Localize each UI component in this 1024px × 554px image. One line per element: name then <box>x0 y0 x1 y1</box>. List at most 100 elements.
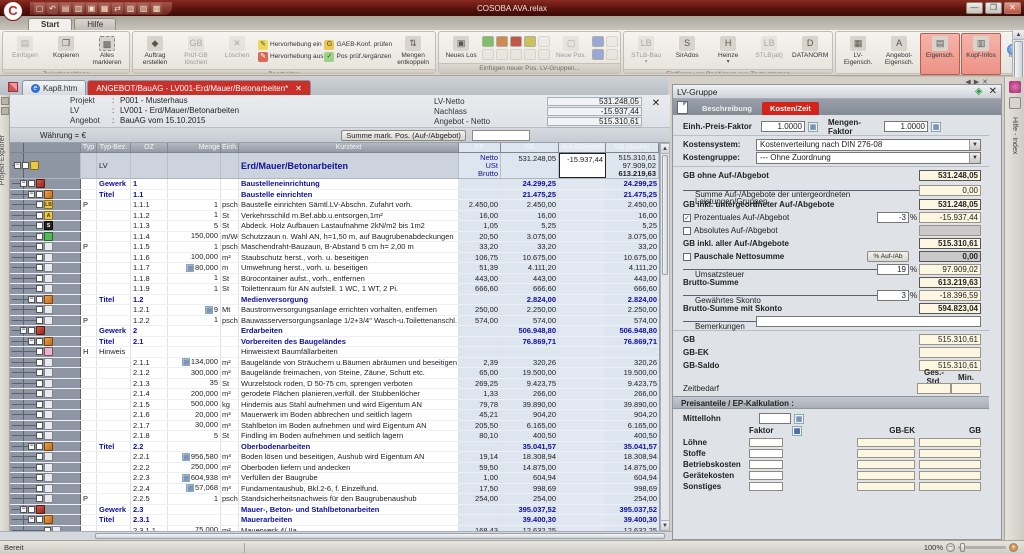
projekt-explorer-strip[interactable]: Projekt-Explorer <box>0 95 10 540</box>
bemerkungen-input[interactable] <box>756 316 981 327</box>
table-row[interactable]: 2.2.4▦57,068m³Fundamentaushub, Bkl.2-6, … <box>10 484 659 495</box>
auf-abgebot-cell[interactable] <box>559 190 606 200</box>
row-checkbox[interactable] <box>36 243 43 250</box>
row-checkbox[interactable] <box>36 516 43 523</box>
table-row[interactable]: LBP1.1.11pschBaustelle einrichten Sämtl.… <box>10 200 659 211</box>
gb-field[interactable] <box>919 471 981 480</box>
tab-beschreibung[interactable]: Beschreibung <box>694 102 760 115</box>
ribbon-tab-hilfe[interactable]: Hilfe <box>74 18 116 30</box>
expand-toggle[interactable]: − <box>28 516 35 523</box>
calculator-icon[interactable]: ▦ <box>182 474 190 482</box>
ust-pct-input[interactable]: 19 <box>877 264 909 275</box>
expand-toggle[interactable]: − <box>20 180 27 187</box>
pauschale-checkbox[interactable] <box>683 253 691 261</box>
faktor-input[interactable] <box>749 482 783 491</box>
auf-abgebot-cell[interactable] <box>559 263 606 273</box>
table-row[interactable]: −Titel2.2Oberbodenarbeiten35.041,5735.04… <box>10 442 659 453</box>
kostengruppe-select[interactable]: --- Ohne Zuordnung▼ <box>756 152 981 164</box>
auf-abgebot-cell[interactable] <box>559 347 606 357</box>
mini-insert-button[interactable] <box>538 49 550 60</box>
hscroll-thumb[interactable] <box>95 533 665 539</box>
hilfe-index-strip[interactable]: Hilfe - Index <box>1004 77 1024 540</box>
table-row[interactable]: 1.1.81StBürocontainer aufst., vorh., ent… <box>10 274 659 285</box>
table-row[interactable]: 1.1.6100,000m²Staubschutz herst., vorh. … <box>10 253 659 264</box>
stlb-alt--button[interactable]: LBSTLB(alt) <box>749 33 789 68</box>
l-schen-button[interactable]: ✕Löschen <box>217 33 257 68</box>
skonto-pct-input[interactable]: 3 <box>877 290 909 301</box>
pct-aufab-button[interactable]: % Auf-/Ab <box>867 251 909 262</box>
doc-tab-1[interactable]: ANGEBOT/BauAG - LV001-Erd/Mauer/Betonarb… <box>87 80 311 95</box>
table-row[interactable]: −Titel1.2Medienversorgung2.824,002.824,0… <box>10 295 659 306</box>
table-row[interactable]: P1.2.21pschBauwasserversorgungsanlage 1/… <box>10 316 659 327</box>
mittellohn-input[interactable] <box>759 413 791 424</box>
row-checkbox[interactable] <box>36 201 43 208</box>
table-vscrollbar[interactable]: ▲ ▼ <box>660 143 670 531</box>
auf-abgebot-cell[interactable] <box>559 326 606 336</box>
explorer-icon[interactable] <box>1 97 9 105</box>
table-row[interactable]: A1.1.21StVerkehrsschild m.Bef.abb.u.ents… <box>10 211 659 222</box>
epf-input[interactable]: 1.0000 <box>761 121 805 132</box>
datanorm-button[interactable]: DDATANORM <box>790 33 830 68</box>
row-checkbox[interactable] <box>36 464 43 471</box>
auf-abgebot-cell[interactable] <box>559 400 606 410</box>
index-icon[interactable] <box>1009 97 1021 109</box>
summe-result-field[interactable] <box>472 130 530 141</box>
table-row[interactable]: 2.2.3▦604,938m³Verfüllen der Baugrube1,0… <box>10 473 659 484</box>
auf-abgebot-cell[interactable] <box>559 274 606 284</box>
auf-abgebot-cell[interactable] <box>559 410 606 420</box>
calculator-icon[interactable]: ▦ <box>182 453 190 461</box>
column-header-gb[interactable]: GB <box>501 143 559 152</box>
row-checkbox[interactable] <box>36 348 43 355</box>
table-row[interactable]: 1.1.91StToilettenraum für AN aufstell. 1… <box>10 284 659 295</box>
table-row[interactable]: 2.1.1▦134,000m²Baugelände von Sträuchern… <box>10 358 659 369</box>
panel-close-icon[interactable]: ✕ <box>989 86 997 97</box>
header-close-icon[interactable]: ✕ <box>650 98 662 110</box>
tab-kosten-zeit[interactable]: Kosten/Zeit <box>762 102 819 115</box>
chevron-down-icon[interactable]: ▼ <box>969 153 980 163</box>
kostensystem-select[interactable]: Kostenverteilung nach DIN 276-08▼ <box>756 139 981 151</box>
mini-insert-button[interactable] <box>524 36 536 47</box>
row-checkbox[interactable] <box>36 254 43 261</box>
row-checkbox[interactable] <box>36 495 43 502</box>
row-checkbox[interactable] <box>36 338 43 345</box>
table-row[interactable]: P1.1.51pschMaschendraht-Bauzaun, B-Absta… <box>10 242 659 253</box>
mini-insert-button[interactable] <box>592 49 604 60</box>
table-row[interactable]: 2.1.620,000m³Mauerwerk im Boden abbreche… <box>10 410 659 421</box>
auf-abgebot-cell[interactable] <box>559 505 606 515</box>
row-checkbox[interactable] <box>22 162 29 169</box>
gbek-field[interactable] <box>857 438 915 447</box>
maximize-button[interactable]: ❐ <box>985 2 1002 14</box>
calculator-icon[interactable]: ▦ <box>808 122 818 132</box>
table-row[interactable]: 2.1.5500,000kgHindernis aus Stahl aufneh… <box>10 400 659 411</box>
mini-insert-button[interactable] <box>496 49 508 60</box>
mini-insert-button[interactable] <box>482 36 494 47</box>
auf-abgebot-cell[interactable] <box>559 232 606 242</box>
gaeb-konf-pr-fen-button[interactable]: GGAEB-Konf. prüfen <box>324 40 392 50</box>
calculator-icon[interactable]: ▦ <box>186 484 194 492</box>
gbek-field[interactable] <box>857 460 915 469</box>
row-checkbox[interactable] <box>36 422 43 429</box>
column-header-oz[interactable]: OZ <box>131 143 168 152</box>
mini-insert-button[interactable] <box>538 36 550 47</box>
row-checkbox[interactable] <box>36 191 43 198</box>
zeitbedarf-std-input[interactable] <box>917 383 951 394</box>
row-checkbox[interactable] <box>36 306 43 313</box>
column-header-menge[interactable]: Menge <box>168 143 221 152</box>
calculator-icon[interactable]: ▦ <box>792 426 802 436</box>
row-checkbox[interactable] <box>36 296 43 303</box>
scroll-up-icon[interactable]: ▲ <box>1013 30 1024 40</box>
faktor-input[interactable] <box>749 471 783 480</box>
auf-abgebot-cell[interactable] <box>559 463 606 473</box>
mini-insert-button[interactable] <box>606 49 618 60</box>
ribbon-tab-start[interactable]: Start <box>28 18 72 30</box>
mengen-entkoppeln-button[interactable]: ⇅Mengen entkoppeln <box>393 33 433 68</box>
expand-toggle[interactable]: − <box>28 443 35 450</box>
gbek-field[interactable] <box>857 449 915 458</box>
auf-abgebot-cell[interactable] <box>559 494 606 504</box>
auf-abgebot-cell[interactable] <box>559 368 606 378</box>
column-header-typ[interactable]: Typ <box>81 143 97 152</box>
expand-toggle[interactable]: − <box>28 191 35 198</box>
column-header-ep[interactable]: EP <box>459 143 501 152</box>
row-checkbox[interactable] <box>36 359 43 366</box>
row-checkbox[interactable] <box>28 180 35 187</box>
